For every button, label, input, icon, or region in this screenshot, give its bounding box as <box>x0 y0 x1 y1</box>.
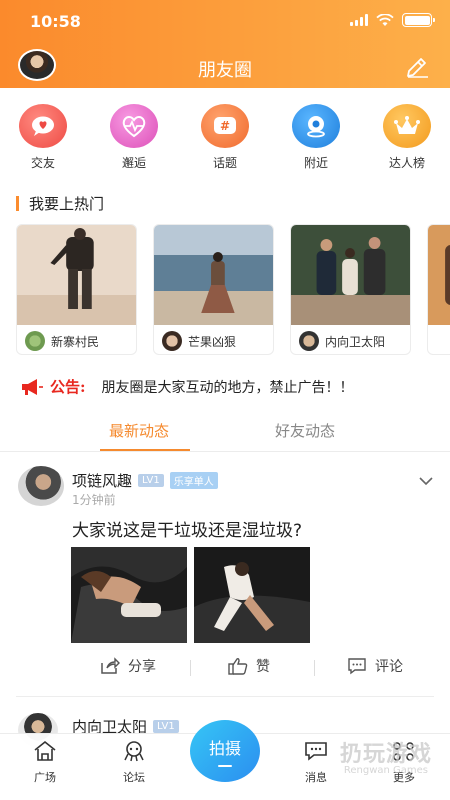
watermark-sub: Rengwan Games <box>343 765 428 776</box>
hot-card-user: 新寨村民 <box>25 331 99 351</box>
message-icon <box>305 742 327 761</box>
post-text: 大家说这是干垃圾还是湿垃圾? <box>72 521 303 541</box>
status-time: 10:58 <box>30 12 81 31</box>
location-icon <box>292 104 340 148</box>
post-avatar[interactable] <box>18 466 64 506</box>
category-label: 话题 <box>212 156 237 170</box>
hot-card[interactable]: 新寨村民 <box>16 224 137 355</box>
nav-square[interactable]: 广场 <box>15 740 75 785</box>
shoot-label: 拍摄 <box>208 739 241 758</box>
nav-label: 广场 <box>34 771 56 784</box>
category-label: 达人榜 <box>388 156 425 170</box>
section-bar <box>16 196 19 211</box>
wifi-icon <box>376 13 394 26</box>
post-author-name[interactable]: 项链风趣 <box>72 470 132 491</box>
chevron-down-icon[interactable] <box>418 476 434 486</box>
screen: 10:58 朋友圈 交友 邂逅 # 话题 附近 达人榜 我要上热门 新寨村民 芒… <box>0 0 450 800</box>
tab-friends[interactable]: 好友动态 <box>275 420 335 441</box>
heartbeat-icon <box>110 104 158 148</box>
shoot-indicator <box>218 765 232 767</box>
category-label: 交友 <box>30 156 55 170</box>
signal-icon <box>350 14 368 26</box>
level-badge: LV1 <box>138 474 164 487</box>
hot-card-row: 新寨村民 芒果凶狠 内向卫太阳 <box>16 224 450 356</box>
shoot-button[interactable]: 拍摄 <box>190 720 260 782</box>
divider <box>314 660 315 676</box>
nav-forum[interactable]: 论坛 <box>104 740 164 785</box>
edit-icon[interactable] <box>404 54 430 78</box>
category-row: 交友 邂逅 # 话题 附近 达人榜 <box>0 104 450 174</box>
avatar <box>299 331 319 351</box>
post-divider <box>16 696 434 697</box>
battery-icon <box>402 13 435 27</box>
notice-bar[interactable]: 公告: 朋友圈是大家互动的地方，禁止广告！！ <box>20 376 440 397</box>
avatar <box>25 331 45 351</box>
hot-section-header: 我要上热门 <box>16 193 104 214</box>
category-nearby[interactable]: 附近 <box>281 104 351 171</box>
header: 10:58 朋友圈 <box>0 0 450 88</box>
hashtag-icon: # <box>201 104 249 148</box>
hot-card-name: 新寨村民 <box>51 334 100 349</box>
home-icon <box>34 740 56 761</box>
crown-icon <box>383 104 431 148</box>
heart-chat-icon <box>19 104 67 148</box>
notice-label: 公告: <box>50 378 86 396</box>
like-button[interactable]: 赞 <box>228 656 270 676</box>
hot-card-partial[interactable] <box>427 224 450 355</box>
divider <box>190 660 191 676</box>
tab-latest[interactable]: 最新动态 <box>109 420 169 441</box>
comment-icon <box>348 658 366 675</box>
hot-card-photo <box>17 225 136 325</box>
post-header: 项链风趣 LV1 乐享单人 <box>72 470 218 491</box>
tag-badge: 乐享单人 <box>169 472 218 489</box>
share-icon <box>101 657 120 674</box>
tab-indicator <box>100 449 190 451</box>
post-time: 1分钟前 <box>72 493 116 507</box>
category-friends[interactable]: 交友 <box>8 104 78 171</box>
hot-card-name: 芒果凶狠 <box>188 334 237 349</box>
megaphone-icon <box>22 378 43 395</box>
post-image[interactable] <box>71 547 187 643</box>
comment-label: 评论 <box>375 659 403 675</box>
hot-section-title: 我要上热门 <box>29 195 105 213</box>
category-label: 邂逅 <box>121 156 146 170</box>
svg-text:#: # <box>220 119 230 133</box>
hot-card-user: 内向卫太阳 <box>299 331 385 351</box>
category-encounter[interactable]: 邂逅 <box>99 104 169 171</box>
nav-label: 消息 <box>305 771 327 784</box>
category-ranking[interactable]: 达人榜 <box>372 104 442 171</box>
post-actions: 分享 赞 评论 <box>0 656 450 680</box>
hot-card-photo <box>291 225 410 325</box>
category-label: 附近 <box>303 156 328 170</box>
nav-label: 论坛 <box>123 771 145 784</box>
level-badge: LV1 <box>153 720 179 733</box>
hot-card-name: 内向卫太阳 <box>325 334 386 349</box>
page-title: 朋友圈 <box>198 60 252 81</box>
like-label: 赞 <box>256 659 270 675</box>
share-label: 分享 <box>128 659 156 675</box>
post-image[interactable] <box>194 547 310 643</box>
notice-text: 朋友圈是大家互动的地方，禁止广告！！ <box>101 379 354 396</box>
forum-icon <box>124 741 144 762</box>
watermark: 扔玩游戏 <box>339 742 432 767</box>
hot-card-photo <box>428 225 450 325</box>
nav-message[interactable]: 消息 <box>286 740 346 785</box>
avatar <box>162 331 182 351</box>
category-topic[interactable]: # 话题 <box>190 104 260 171</box>
thumbs-up-icon <box>228 658 248 675</box>
hot-card[interactable]: 芒果凶狠 <box>153 224 274 355</box>
hot-card-photo <box>154 225 273 325</box>
hot-card[interactable]: 内向卫太阳 <box>290 224 411 355</box>
share-button[interactable]: 分享 <box>100 656 156 676</box>
comment-button[interactable]: 评论 <box>347 656 403 676</box>
status-icons <box>350 13 435 27</box>
hot-card-user: 芒果凶狠 <box>162 331 236 351</box>
feed-tabs: 最新动态 好友动态 <box>0 412 450 452</box>
